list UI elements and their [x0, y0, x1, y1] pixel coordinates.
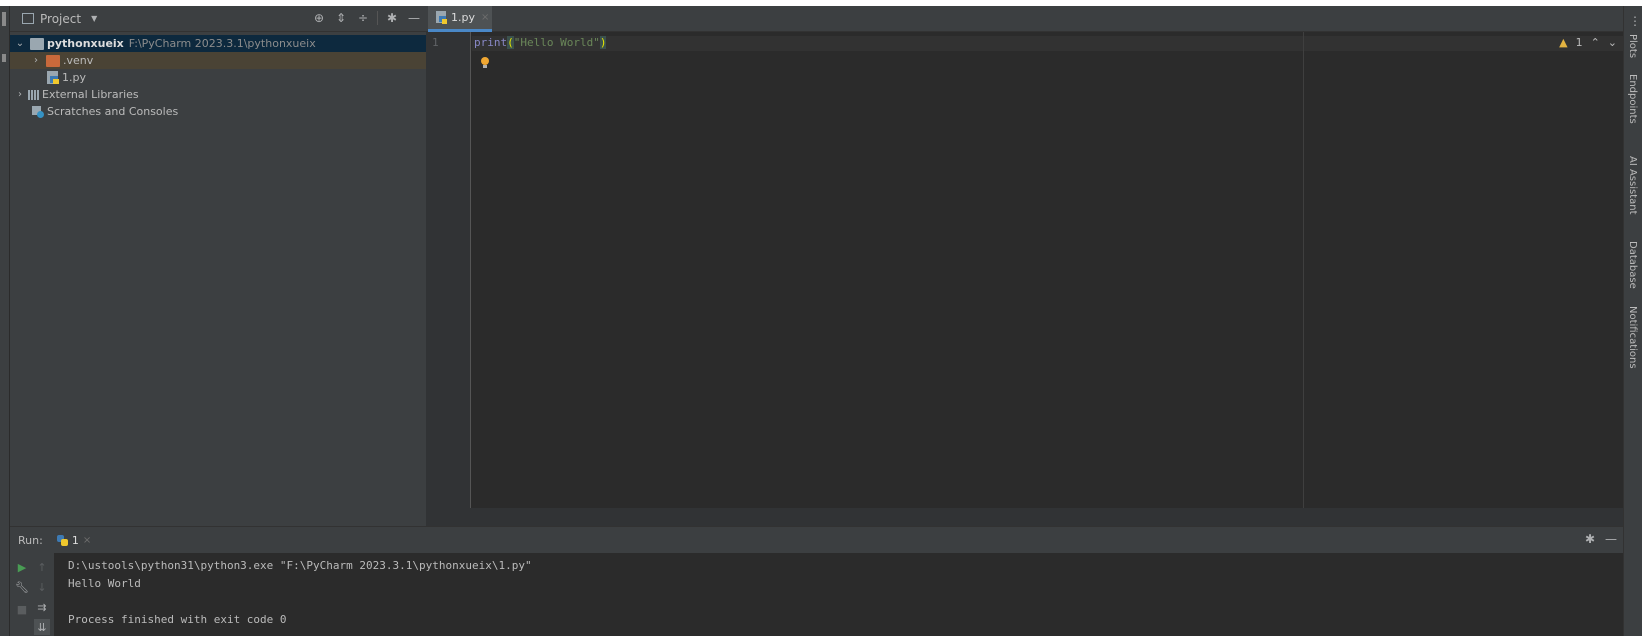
python-file-icon — [436, 11, 447, 24]
run-toolbar: ▶ ↑ 🔧︎ ↓ ■ ⇉ ⇊ — [10, 553, 54, 636]
project-panel-title[interactable]: Project — [40, 12, 81, 26]
tab-label: 1.py — [451, 11, 475, 24]
wrench-icon[interactable]: 🔧︎ — [14, 579, 30, 595]
folder-icon — [30, 37, 44, 50]
project-panel-header: Project ▼ ⊕ ⇕ ÷ ✱ — — [10, 6, 426, 32]
locate-icon[interactable]: ⊕ — [311, 10, 327, 26]
tool-tab-notifications[interactable]: Notifications — [1627, 306, 1638, 369]
run-header-tools: ✱ — — [1585, 532, 1617, 546]
project-icon — [22, 13, 34, 24]
console-exit-line: Process finished with exit code 0 — [68, 613, 287, 626]
down-arrow-icon[interactable]: ↓ — [34, 579, 50, 595]
soft-wrap-icon[interactable]: ⇉ — [34, 599, 50, 615]
run-tab-label: 1 — [71, 533, 79, 547]
tree-item-external-libraries[interactable]: › External Libraries — [10, 86, 426, 103]
run-panel-title: Run: — [18, 533, 43, 547]
tree-item-venv[interactable]: › .venv — [10, 52, 426, 69]
inspection-widget[interactable]: ▲ 1 ⌃ ⌄ — [1559, 36, 1617, 49]
chevron-right-icon[interactable]: › — [30, 55, 42, 66]
structure-tool-tab[interactable] — [2, 54, 6, 62]
minimize-icon[interactable]: — — [406, 10, 422, 26]
project-toolbar: ⊕ ⇕ ÷ ✱ — — [311, 10, 422, 26]
previous-highlight-icon[interactable]: ⌃ — [1591, 36, 1600, 49]
close-tab-icon[interactable]: × — [481, 12, 489, 23]
library-icon — [28, 89, 39, 100]
intention-bulb-icon[interactable] — [480, 56, 490, 70]
toolbar-separator — [377, 11, 378, 25]
run-tab-1[interactable]: 1 × — [56, 533, 91, 547]
editor-tab-bar: 1.py × — [426, 6, 1623, 32]
venv-label: .venv — [63, 54, 94, 67]
console-output-line: Hello World — [68, 577, 141, 590]
minimize-icon[interactable]: — — [1605, 532, 1617, 546]
tree-item-file[interactable]: 1.py — [10, 69, 426, 86]
gear-icon[interactable]: ✱ — [1585, 532, 1595, 546]
up-arrow-icon[interactable]: ↑ — [34, 559, 50, 575]
run-panel: Run: 1 × ✱ — ▶ ↑ 🔧︎ ↓ ■ ⇉ ⇊ D:\ustools\p… — [10, 526, 1623, 636]
expand-all-icon[interactable]: ⇕ — [333, 10, 349, 26]
python-file-icon — [46, 71, 59, 84]
chevron-right-icon[interactable]: › — [14, 89, 26, 100]
right-margin-guide — [1303, 32, 1304, 508]
code-string: "Hello World" — [513, 36, 600, 49]
warning-count: 1 — [1575, 36, 1583, 49]
tool-tab-plots[interactable]: Plots — [1627, 34, 1638, 58]
tool-tab-ai-assistant[interactable]: AI Assistant — [1627, 156, 1638, 215]
chevron-down-icon[interactable]: ⌄ — [14, 38, 26, 49]
project-tool-tab[interactable] — [2, 12, 6, 26]
chevron-down-icon[interactable]: ▼ — [91, 14, 97, 23]
editor-area: 1.py × 1 print("Hello World") ▲ 1 ⌃ ⌄ — [426, 6, 1623, 526]
console-output[interactable]: D:\ustools\python31\python3.exe "F:\PyCh… — [68, 557, 532, 629]
code-line-1[interactable]: print("Hello World") — [474, 36, 607, 49]
warning-icon: ▲ — [1559, 36, 1568, 49]
tree-item-project-root[interactable]: ⌄ pythonxueix F:\PyCharm 2023.3.1\python… — [10, 35, 426, 52]
external-libraries-label: External Libraries — [42, 88, 139, 101]
file-label: 1.py — [62, 71, 86, 84]
tree-item-scratches[interactable]: Scratches and Consoles — [10, 103, 426, 120]
project-panel: Project ▼ ⊕ ⇕ ÷ ✱ — ⌄ pythonxueix F:\PyC… — [10, 6, 426, 526]
close-tab-icon[interactable]: × — [83, 535, 91, 546]
collapse-all-icon[interactable]: ÷ — [355, 10, 371, 26]
scratches-icon — [32, 105, 44, 118]
stop-icon[interactable]: ■ — [14, 601, 30, 617]
more-options-icon[interactable]: ⋮ — [1629, 14, 1641, 28]
run-icon[interactable]: ▶ — [14, 559, 30, 575]
gear-icon[interactable]: ✱ — [384, 10, 400, 26]
project-root-name: pythonxueix — [47, 37, 124, 50]
line-number: 1 — [432, 36, 439, 49]
code-function: print — [474, 36, 508, 49]
scratches-label: Scratches and Consoles — [47, 105, 179, 118]
python-icon — [56, 534, 68, 546]
folder-icon — [46, 54, 60, 67]
editor-horizontal-scrollbar[interactable] — [426, 508, 1623, 526]
editor-tab-1py[interactable]: 1.py × — [428, 6, 492, 32]
left-tool-stripe — [0, 6, 10, 636]
code-close-paren: ) — [599, 36, 607, 49]
right-tool-stripe: ⋮ Plots Endpoints AI Assistant Database … — [1623, 6, 1642, 636]
code-open-paren: ( — [507, 36, 514, 49]
project-root-path: F:\PyCharm 2023.3.1\pythonxueix — [128, 37, 316, 50]
scroll-to-end-icon[interactable]: ⇊ — [34, 619, 50, 635]
tool-tab-endpoints[interactable]: Endpoints — [1627, 74, 1638, 124]
console-command-line: D:\ustools\python31\python3.exe "F:\PyCh… — [68, 559, 532, 572]
run-panel-header: Run: 1 × ✱ — — [10, 527, 1623, 553]
current-line-highlight — [472, 36, 1623, 51]
pycharm-window: Project ▼ ⊕ ⇕ ÷ ✱ — ⌄ pythonxueix F:\PyC… — [0, 6, 1642, 636]
tool-tab-database[interactable]: Database — [1627, 241, 1638, 289]
next-highlight-icon[interactable]: ⌄ — [1608, 36, 1617, 49]
line-number-gutter: 1 — [426, 32, 471, 508]
